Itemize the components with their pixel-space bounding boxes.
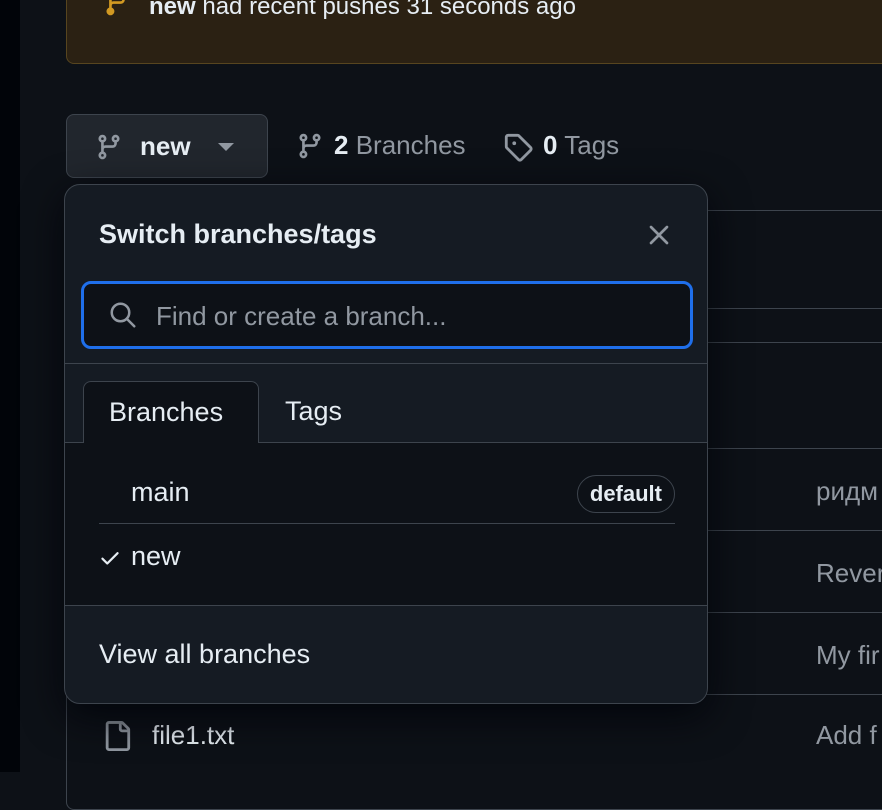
tags-count-link[interactable]: 0 Tags [503, 130, 620, 162]
branch-selector-button[interactable]: new [66, 114, 268, 178]
view-all-branches-link[interactable]: View all branches [99, 639, 310, 670]
banner-branch-name[interactable]: new [149, 0, 196, 20]
banner-text: new had recent pushes 31 seconds ago [149, 0, 576, 21]
tab-tags-label: Tags [285, 396, 343, 426]
git-branch-icon [103, 0, 131, 22]
branch-item-divider [99, 523, 675, 524]
branch-search-input[interactable] [154, 284, 678, 348]
tags-label: Tags [564, 130, 620, 160]
banner-message: had recent pushes 31 seconds ago [202, 0, 576, 20]
check-icon [99, 547, 121, 574]
popover-divider [65, 605, 707, 606]
branch-name: main [131, 477, 190, 507]
current-branch-label: new [140, 131, 191, 161]
commit-message[interactable]: ридм [816, 476, 878, 507]
branch-item-main[interactable]: main default [99, 461, 675, 525]
tab-branches[interactable]: Branches [83, 381, 259, 443]
popover-title: Switch branches/tags [99, 219, 377, 249]
commit-message[interactable]: Add f [816, 720, 877, 751]
branch-search-field[interactable] [81, 281, 693, 349]
tab-branches-label: Branches [109, 397, 224, 427]
branch-name: new [131, 541, 181, 571]
git-branch-icon [95, 133, 123, 166]
commit-message[interactable]: Rever [816, 558, 882, 589]
branches-count-link[interactable]: 2 Branches [296, 130, 466, 161]
recent-pushes-banner: new had recent pushes 31 seconds ago [66, 0, 882, 64]
branches-count: 2 [334, 130, 349, 160]
search-icon [108, 300, 138, 335]
left-gutter [0, 0, 20, 772]
file-name-link[interactable]: file1.txt [152, 720, 234, 751]
commit-message[interactable]: My fir [816, 640, 880, 671]
caret-down-icon [218, 143, 234, 151]
tags-count: 0 [543, 130, 558, 160]
default-badge: default [576, 475, 675, 513]
close-icon[interactable] [643, 219, 675, 251]
popover-divider [65, 363, 707, 364]
git-branch-icon [296, 132, 324, 167]
tag-icon [503, 132, 533, 169]
file-icon [102, 720, 132, 757]
branches-label: Branches [355, 130, 466, 160]
branch-item-new[interactable]: new [99, 525, 675, 589]
tab-tags[interactable]: Tags [265, 381, 385, 443]
branch-switcher-popover: Switch branches/tags Branches Tags main … [64, 184, 708, 704]
